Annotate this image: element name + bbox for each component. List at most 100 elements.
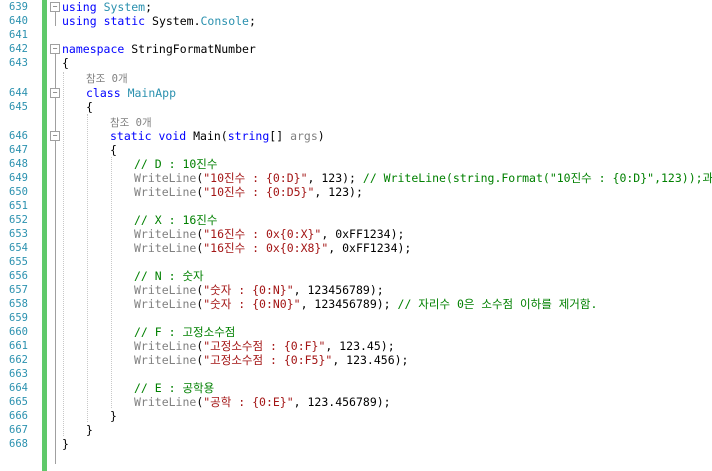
code-text: } — [110, 409, 117, 423]
code-token: args — [290, 129, 318, 143]
code-text: WriteLine("숫자 : {0:N}", 123456789); — [134, 283, 384, 297]
code-token: , 0xFF1234); — [321, 227, 405, 241]
code-line[interactable]: 657 WriteLine("숫자 : {0:N}", 123456789); — [0, 283, 712, 297]
code-line[interactable]: 658 WriteLine("숫자 : {0:N0}", 123456789); … — [0, 297, 712, 311]
code-text: using static System.Console; — [62, 14, 256, 28]
code-line[interactable]: 644 − class MainApp — [0, 86, 712, 100]
code-token: void — [158, 129, 187, 143]
line-number: 665 — [9, 396, 28, 408]
collapse-toggle-icon[interactable]: − — [50, 88, 60, 98]
line-number: 655 — [9, 256, 28, 268]
code-token: System — [103, 0, 146, 14]
code-token: , 123); — [314, 185, 363, 199]
code-token: "16진수 : 0x{0:X8}" — [203, 241, 329, 255]
code-text: // D : 10진수 — [134, 157, 217, 171]
code-token: // WriteLine(string.Format("10진수 : {0:D}… — [362, 171, 712, 185]
code-line[interactable]: 647 { — [0, 143, 712, 157]
reference-count-line[interactable]: 참조 0개 — [0, 71, 712, 85]
code-line[interactable]: 664 // E : 공학용 — [0, 381, 712, 395]
line-number: 649 — [9, 172, 28, 184]
code-token: Main( — [186, 129, 228, 143]
code-line[interactable]: 668} — [0, 437, 712, 451]
line-number: 648 — [9, 158, 28, 170]
code-line[interactable]: 646 − static void Main(string[] args) — [0, 129, 712, 143]
line-number: 651 — [9, 200, 28, 212]
code-token: static — [103, 14, 146, 28]
code-line[interactable]: 661 WriteLine("고정소수점 : {0:F}", 123.45); — [0, 339, 712, 353]
code-line[interactable]: 639 − using System; — [0, 0, 712, 14]
code-text: WriteLine("고정소수점 : {0:F5}", 123.456); — [134, 353, 408, 367]
code-line[interactable]: 650 WriteLine("10진수 : {0:D5}", 123); — [0, 185, 712, 199]
code-token: WriteLine — [134, 283, 197, 297]
code-line[interactable]: 642 − namespace StringFormatNumber — [0, 42, 712, 56]
line-number: 639 — [9, 1, 28, 13]
code-line[interactable]: 654 WriteLine("16진수 : 0x{0:X8}", 0xFF1234… — [0, 241, 712, 255]
code-text: WriteLine("10진수 : {0:D5}", 123); — [134, 185, 363, 199]
code-token: ) — [317, 129, 325, 143]
code-token: namespace — [62, 42, 125, 56]
code-token: } — [110, 409, 117, 423]
code-text: // X : 16진수 — [134, 213, 217, 227]
code-line[interactable]: 666} — [0, 409, 712, 423]
code-token: , 123.456); — [332, 353, 409, 367]
reference-count-line[interactable]: 참조 0개 — [0, 115, 712, 129]
line-number: 664 — [9, 382, 28, 394]
collapse-toggle-icon[interactable]: − — [50, 131, 60, 141]
code-line[interactable]: 655 — [0, 255, 712, 269]
line-number: 656 — [9, 270, 28, 282]
code-text: WriteLine("고정소수점 : {0:F}", 123.45); — [134, 339, 395, 353]
code-line[interactable]: 660 // F : 고정소수점 — [0, 325, 712, 339]
line-number: 661 — [9, 340, 28, 352]
code-token: WriteLine — [134, 185, 197, 199]
code-line[interactable]: 649 WriteLine("10진수 : {0:D}", 123); // Wr… — [0, 171, 712, 185]
code-text: class MainApp — [86, 86, 176, 100]
code-token: { — [110, 143, 117, 157]
code-line[interactable]: 659 — [0, 311, 712, 325]
code-text: using System; — [62, 0, 152, 14]
code-line[interactable]: 662 WriteLine("고정소수점 : {0:F5}", 123.456); — [0, 353, 712, 367]
code-token: // E : 공학용 — [134, 381, 215, 395]
code-line[interactable]: 656 // N : 숫자 — [0, 269, 712, 283]
code-line[interactable]: 648 // D : 10진수 — [0, 157, 712, 171]
code-line[interactable]: 640 using static System.Console; — [0, 14, 712, 28]
code-token: class — [86, 86, 121, 100]
code-line[interactable]: 641 — [0, 28, 712, 42]
code-line[interactable]: 653 WriteLine("16진수 : 0x{0:X}", 0xFF1234)… — [0, 227, 712, 241]
code-token: , 123.45); — [325, 339, 395, 353]
code-text: } — [86, 423, 93, 437]
line-number: 658 — [9, 298, 28, 310]
code-text: WriteLine("숫자 : {0:N0}", 123456789); // … — [134, 297, 597, 311]
code-token: using — [62, 0, 97, 14]
codelens-reference-count[interactable]: 참조 0개 — [86, 71, 128, 86]
code-token: [] — [269, 129, 291, 143]
line-number: 657 — [9, 284, 28, 296]
line-number: 660 — [9, 326, 28, 338]
collapse-toggle-icon[interactable]: − — [50, 2, 60, 12]
code-line[interactable]: 667} — [0, 423, 712, 437]
code-text: { — [110, 143, 117, 157]
line-number: 643 — [9, 57, 28, 69]
code-token: { — [86, 100, 93, 114]
line-number: 659 — [9, 312, 28, 324]
code-token: // 자리수 0은 소수점 이하를 제거함. — [397, 297, 598, 311]
line-number: 653 — [9, 228, 28, 240]
code-token: WriteLine — [134, 353, 197, 367]
code-line[interactable]: 643 { — [0, 56, 712, 70]
code-token: WriteLine — [134, 339, 197, 353]
code-token: // X : 16진수 — [134, 213, 218, 227]
code-token: "16진수 : 0x{0:X}" — [203, 227, 322, 241]
code-line[interactable]: 651 — [0, 199, 712, 213]
code-token: , 0xFF1234); — [328, 241, 412, 255]
code-text: WriteLine("16진수 : 0x{0:X}", 0xFF1234); — [134, 227, 404, 241]
code-line[interactable]: 663 — [0, 367, 712, 381]
code-line[interactable]: 665 WriteLine("공학 : {0:E}", 123.456789); — [0, 395, 712, 409]
codelens-reference-count[interactable]: 참조 0개 — [110, 115, 152, 130]
code-token: using — [62, 14, 97, 28]
code-line[interactable]: 652 // X : 16진수 — [0, 213, 712, 227]
code-text: // F : 고정소수점 — [134, 325, 235, 339]
code-line[interactable]: 645 { — [0, 100, 712, 114]
code-text: WriteLine("16진수 : 0x{0:X8}", 0xFF1234); — [134, 241, 411, 255]
collapse-toggle-icon[interactable]: − — [50, 44, 60, 54]
code-editor[interactable]: 639− using System; 640 using static System.… — [0, 0, 712, 471]
